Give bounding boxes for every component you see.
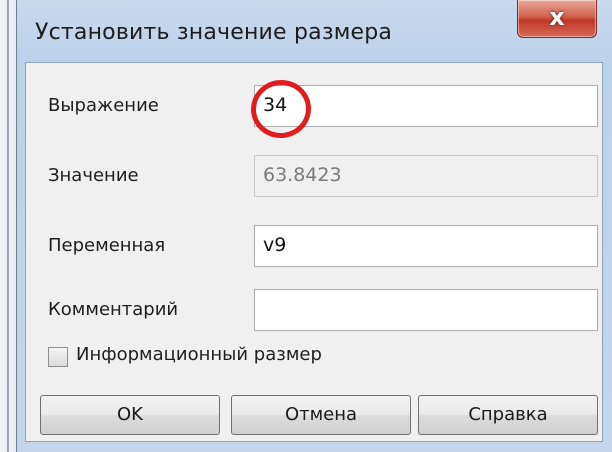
dialog-title: Установить значение размера — [35, 20, 393, 45]
variable-label: Переменная — [48, 235, 166, 256]
cancel-button[interactable]: Отмена — [231, 395, 411, 435]
expression-label: Выражение — [48, 95, 159, 116]
dialog-body: Выражение 34 Значение 63.8423 Переменная… — [25, 62, 603, 442]
value-field: 63.8423 — [254, 155, 598, 197]
set-dimension-dialog: Установить значение размера x Выражение … — [16, 0, 612, 452]
ok-button[interactable]: OK — [40, 395, 220, 435]
info-dimension-checkbox[interactable] — [48, 347, 68, 367]
help-button[interactable]: Справка — [418, 395, 598, 435]
comment-input[interactable] — [254, 289, 598, 331]
close-button[interactable]: x — [517, 0, 597, 38]
info-dimension-label: Информационный размер — [76, 344, 322, 365]
variable-input[interactable]: v9 — [254, 225, 598, 267]
value-label: Значение — [48, 165, 139, 186]
window-edge-line — [7, 0, 9, 452]
comment-label: Комментарий — [48, 299, 179, 320]
close-icon: x — [549, 3, 565, 31]
background-window-edge — [0, 0, 16, 452]
